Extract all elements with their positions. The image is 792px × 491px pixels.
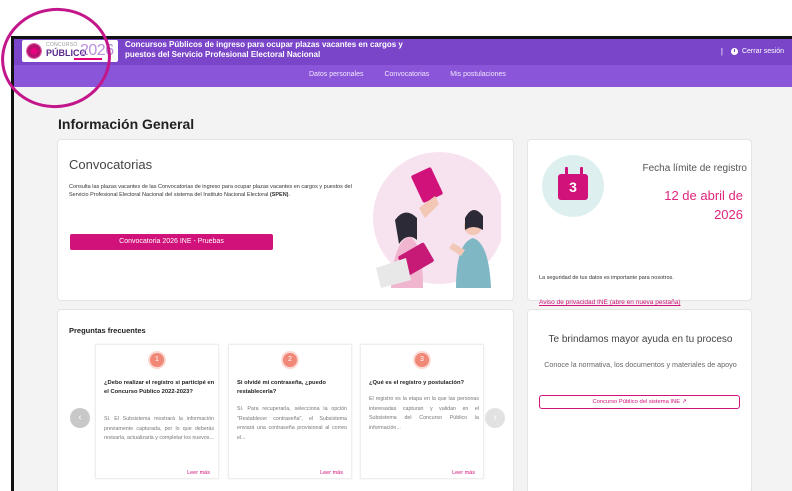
deadline-date: 12 de abril de 2026	[623, 186, 743, 224]
faq-item: 2 Si olvidé mi contraseña, ¿puedo restab…	[228, 344, 352, 479]
people-illustration	[373, 152, 501, 288]
help-card: Te brindamos mayor ayuda en tu proceso C…	[527, 309, 752, 491]
faq-answer: El registro es la etapa en la que las pe…	[369, 396, 479, 431]
security-note: La seguridad de tus datos es importante …	[539, 275, 674, 281]
app-frame: CONCURSO PÚBLICO 2026 Concursos Públicos…	[11, 36, 792, 491]
faq-question: Si olvidé mi contraseña, ¿puedo restable…	[237, 380, 326, 395]
deadline-date-line1: 12 de abril de	[664, 188, 743, 203]
faq-read-more-link[interactable]: Leer más	[187, 470, 210, 476]
convocatorias-description-spen: (SPEN)	[269, 192, 289, 198]
convocatorias-description-text: Consulta las plazas vacantes de las Conv…	[69, 184, 352, 198]
faq-title: Preguntas frecuentes	[69, 326, 146, 335]
power-icon	[730, 48, 738, 55]
faq-answer: Sí. Para recuperarla, selecciona la opci…	[237, 406, 347, 441]
logout-label: Cerrar sesión	[741, 48, 784, 55]
help-link-button[interactable]: Concurso Público del sistema INE ↗	[539, 395, 740, 409]
nav-convocatorias[interactable]: Convocatorias	[384, 71, 429, 78]
faq-question: ¿Qué es el registro y postulación?	[369, 380, 465, 386]
carousel-prev-button[interactable]: ‹	[70, 408, 90, 428]
carousel-next-button[interactable]: ›	[485, 408, 505, 428]
faq-question: ¿Debo realizar el registro si participé …	[104, 380, 215, 395]
deadline-date-line2: 2026	[714, 207, 743, 222]
faq-item: 3 ¿Qué es el registro y postulación? El …	[360, 344, 484, 479]
privacy-link[interactable]: Aviso de privacidad INE (abre en nueva p…	[539, 299, 681, 306]
faq-read-more-link[interactable]: Leer más	[320, 470, 343, 476]
faq-number-badge: 2	[283, 353, 297, 367]
faq-answer: Sí. El Subsistema mostrará la informació…	[104, 416, 214, 441]
convocatorias-description: Consulta las plazas vacantes de las Conv…	[69, 184, 352, 198]
faq-read-more-link[interactable]: Leer más	[452, 470, 475, 476]
calendar-icon: 3	[558, 174, 588, 200]
help-link-label: Concurso Público del sistema INE	[592, 399, 681, 405]
page-title: Información General	[58, 116, 195, 132]
logout-button[interactable]: | Cerrar sesión	[721, 47, 784, 56]
deadline-card: 3 Fecha límite de registro 12 de abril d…	[527, 139, 752, 306]
external-link-icon: ↗	[681, 399, 687, 405]
help-title: Te brindamos mayor ayuda en tu proceso	[548, 334, 733, 345]
faq-item: 1 ¿Debo realizar el registro si particip…	[95, 344, 219, 479]
nav-datos-personales[interactable]: Datos personales	[309, 71, 363, 78]
help-description: Conoce la normativa, los documentos y ma…	[544, 360, 737, 369]
faq-number-badge: 1	[150, 353, 164, 367]
faq-number-badge: 3	[415, 353, 429, 367]
convocatorias-card: Convocatorias Consulta las plazas vacant…	[57, 139, 514, 301]
header-separator: |	[720, 47, 723, 56]
main-nav: Datos personales Convocatorias Mis postu…	[14, 65, 792, 87]
header-title: Concursos Públicos de ingreso para ocupa…	[125, 40, 403, 59]
top-header: CONCURSO PÚBLICO 2026 Concursos Públicos…	[14, 39, 792, 65]
convocatoria-button[interactable]: Convocatoria 2026 INE - Pruebas	[70, 234, 273, 250]
nav-mis-postulaciones[interactable]: Mis postulaciones	[450, 71, 506, 78]
deadline-label: Fecha límite de registro	[642, 163, 748, 174]
faq-card: Preguntas frecuentes ‹ 1 ¿Debo realizar …	[57, 309, 514, 491]
convocatorias-title: Convocatorias	[69, 157, 153, 172]
